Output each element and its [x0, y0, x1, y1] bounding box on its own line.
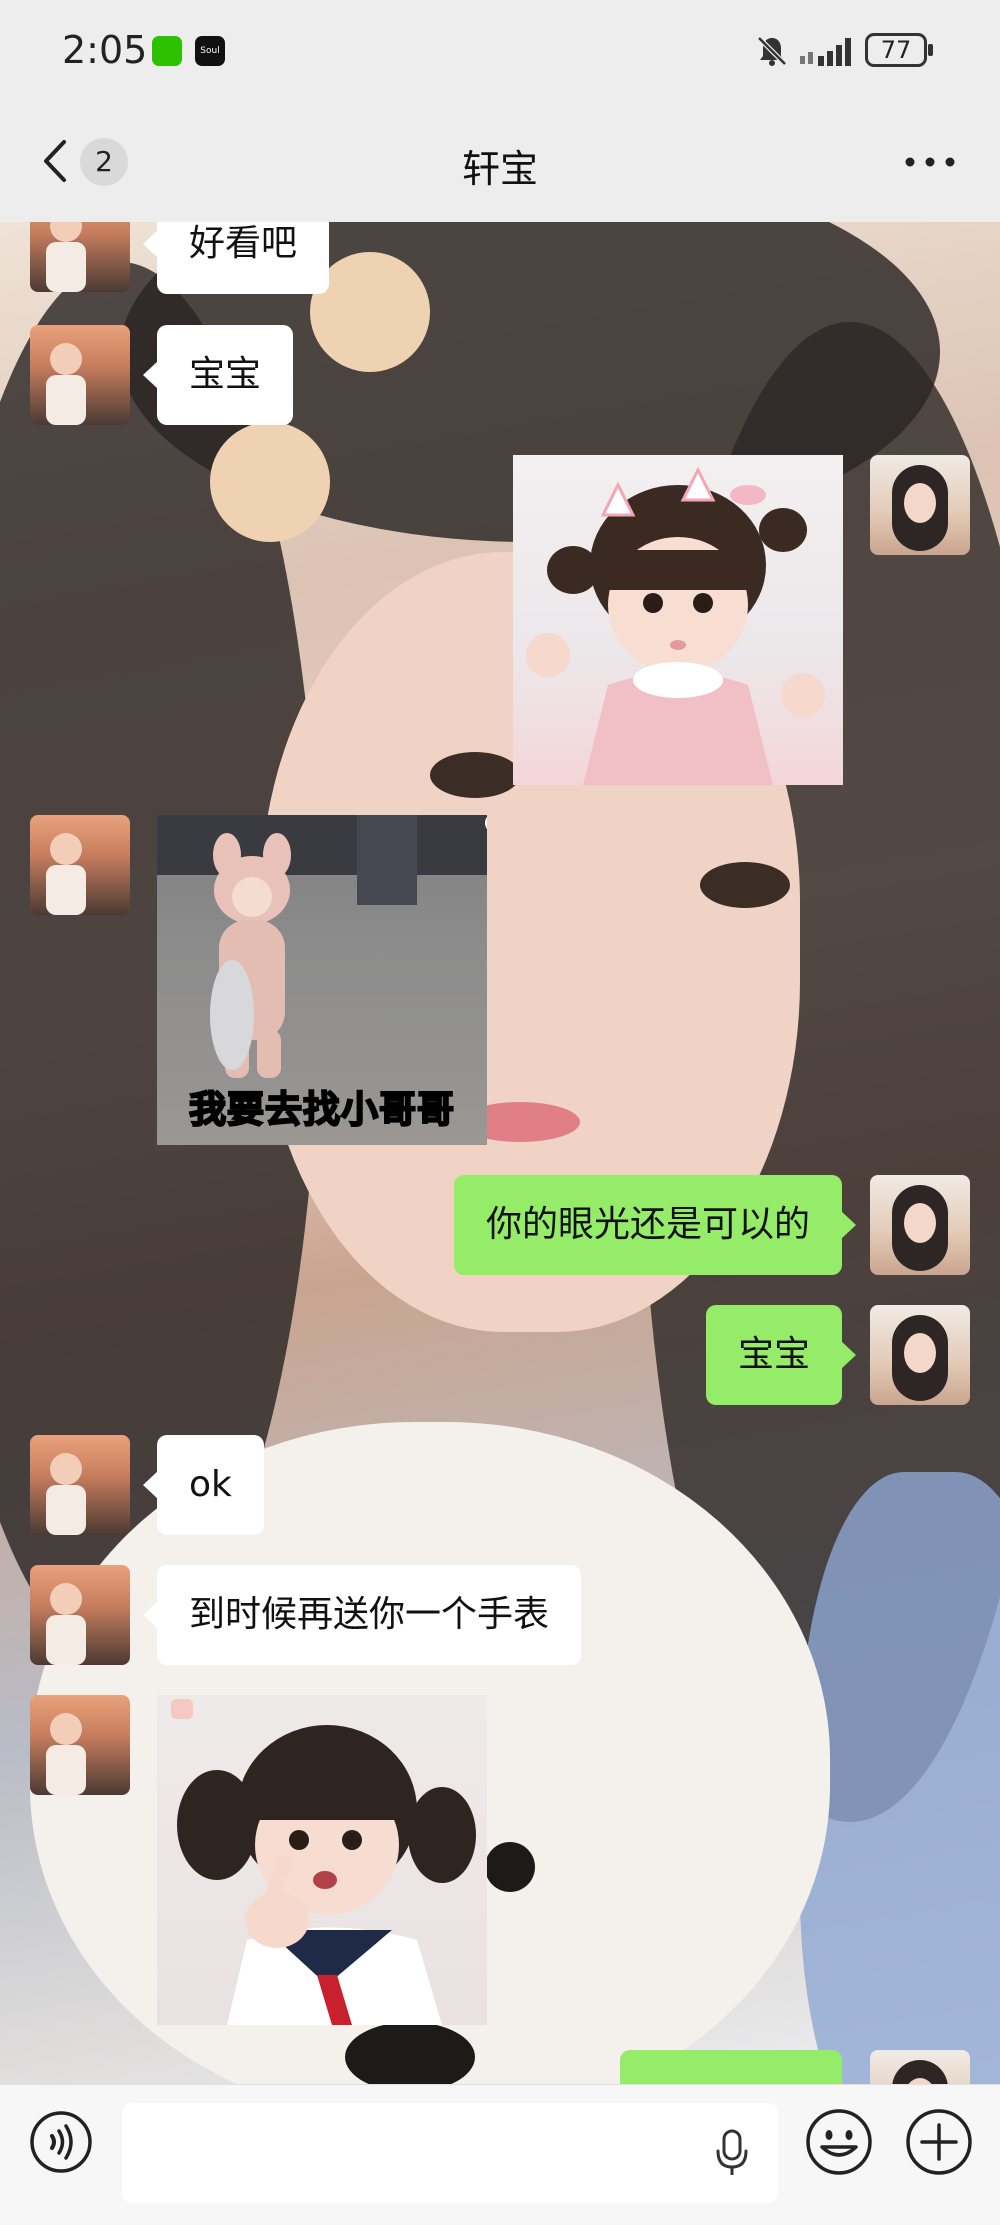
received-message-bubble[interactable]: 宝宝 — [142, 325, 294, 425]
status-bar: 2:05 Soul 77 — [0, 0, 1000, 100]
more-functions-plus-icon[interactable] — [904, 2107, 974, 2177]
chat-header: 2 轩宝 — [0, 100, 1000, 222]
voice-input-icon[interactable] — [28, 2109, 94, 2175]
girl-pointing-sticker-icon — [171, 1699, 476, 2025]
emoji-icon[interactable] — [804, 2107, 874, 2177]
received-sticker-girl-pointing[interactable] — [157, 1695, 487, 2025]
sent-sticker-girl-cat-ears[interactable] — [513, 455, 843, 785]
friend-avatar[interactable] — [30, 815, 130, 915]
wallpaper-eye — [430, 752, 520, 798]
received-message-bubble[interactable]: 到时候再送你一个手表 — [142, 1565, 582, 1665]
microphone-icon[interactable] — [712, 2127, 752, 2179]
soul-notification-icon: Soul — [195, 36, 225, 66]
battery-tip — [928, 44, 933, 56]
wallpaper-hair-clip — [210, 422, 330, 542]
wallpaper-dog-nose — [345, 2022, 475, 2084]
signal-icon — [800, 38, 851, 66]
sent-message-bubble[interactable]: 你的眼光还是可以的 — [453, 1175, 857, 1275]
sent-message-bubble[interactable]: 宝宝 — [705, 1305, 857, 1405]
girl-cat-ears-sticker-icon — [526, 466, 825, 785]
wallpaper-sweater — [800, 1472, 1000, 2084]
wechat-notification-icon — [152, 36, 182, 66]
friend-avatar[interactable] — [30, 1565, 130, 1665]
chat-message-list[interactable]: 好看吧 宝宝 我要去找小哥哥 你的眼光还是可以的 宝宝 ok 到时候再送你一个手… — [0, 222, 1000, 2084]
wallpaper-dog-eye — [485, 1842, 535, 1892]
more-options-icon[interactable] — [900, 152, 960, 172]
friend-avatar[interactable] — [30, 1695, 130, 1795]
status-time: 2:05 — [62, 28, 148, 72]
my-avatar[interactable] — [870, 1305, 970, 1405]
my-avatar[interactable] — [870, 455, 970, 555]
wallpaper-eye — [700, 862, 790, 908]
friend-avatar[interactable] — [30, 222, 130, 292]
bell-muted-icon — [757, 36, 787, 66]
input-toolbar — [0, 2084, 1000, 2225]
friend-avatar[interactable] — [30, 1435, 130, 1535]
battery-indicator: 77 — [865, 33, 927, 67]
received-sticker-bunny-suit[interactable]: 我要去找小哥哥 — [157, 815, 487, 1145]
unread-count-badge[interactable]: 2 — [80, 138, 128, 186]
friend-avatar[interactable] — [30, 325, 130, 425]
my-avatar[interactable] — [870, 2050, 970, 2084]
back-arrow-icon[interactable] — [36, 136, 76, 186]
sent-message-bubble[interactable] — [620, 2050, 842, 2084]
my-avatar[interactable] — [870, 1175, 970, 1275]
message-input[interactable] — [122, 2103, 778, 2203]
received-message-bubble[interactable]: ok — [143, 1435, 264, 1535]
received-message-bubble[interactable]: 好看吧 — [142, 222, 330, 294]
sticker-caption: 我要去找小哥哥 — [188, 1087, 455, 1132]
chat-title: 轩宝 — [461, 147, 538, 191]
